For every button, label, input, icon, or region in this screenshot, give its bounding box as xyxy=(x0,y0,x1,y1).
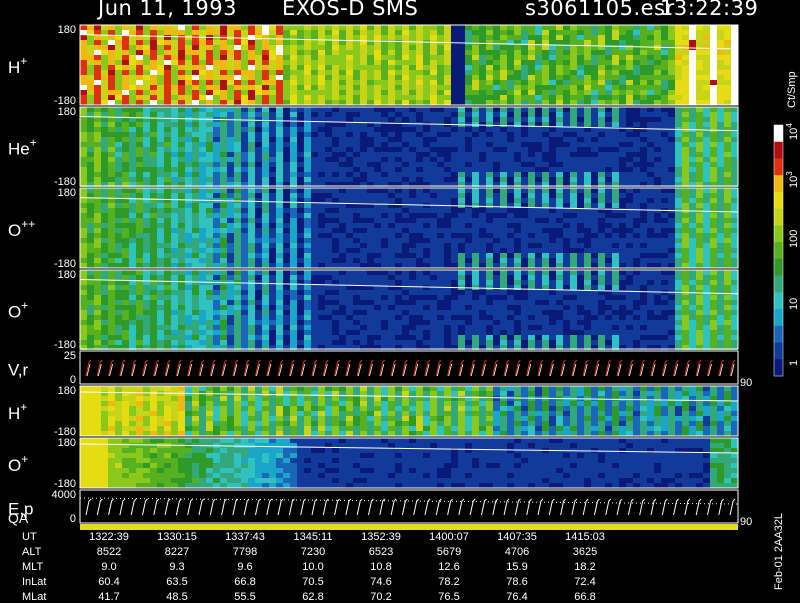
ephem-cell: 18.2 xyxy=(560,561,610,573)
header-mission: EXOS-D SMS xyxy=(282,0,418,20)
ephem-cell: 15.9 xyxy=(492,561,542,573)
ephem-cell: 4706 xyxy=(492,546,542,558)
header-date: Jun 11, 1993 xyxy=(98,0,237,20)
header-time: 13:22:39 xyxy=(660,0,758,20)
panel-label-2: He+ xyxy=(8,136,37,159)
ephem-row-label: MLat xyxy=(22,591,46,603)
panel-5: 25090V,r xyxy=(8,350,752,389)
ephem-cell: 10.0 xyxy=(288,561,338,573)
ephem-row-label: InLat xyxy=(22,576,46,588)
ephem-row-label: MLT xyxy=(22,561,43,573)
ephem-cell: 9.0 xyxy=(84,561,134,573)
header-file: s3061105.esr xyxy=(525,0,675,20)
right-tick-8: 90 xyxy=(740,516,752,528)
ephem-cell: 72.4 xyxy=(560,576,610,588)
ephem-cell: 7798 xyxy=(220,546,270,558)
ephem-cell: 78.2 xyxy=(424,576,474,588)
ephem-cell: 8227 xyxy=(152,546,202,558)
panel-label-5: V,r xyxy=(8,361,29,380)
ephem-cell: 7230 xyxy=(288,546,338,558)
ephem-cell: 1322:39 xyxy=(84,531,134,543)
ephem-row-label: UT xyxy=(22,531,37,543)
ephem-cell: 3625 xyxy=(560,546,610,558)
ytick-bottom-8: 0 xyxy=(70,513,76,525)
ytick-top-5: 25 xyxy=(64,350,76,362)
ephem-cell: 70.2 xyxy=(356,591,406,603)
colorbar-unit: Ct/Smp xyxy=(786,71,798,108)
ephem-cell: 1400:07 xyxy=(424,531,474,543)
panel-label-6: H+ xyxy=(8,400,27,423)
panel-label-3: O++ xyxy=(8,217,35,240)
ephem-cell: 1352:39 xyxy=(356,531,406,543)
ephem-cell: 55.5 xyxy=(220,591,270,603)
ephem-row-label: ALT xyxy=(22,546,41,558)
ytick-top-6: 180 xyxy=(58,385,76,397)
panel-7: 180-180O+ xyxy=(8,437,738,490)
ephem-cell: 76.5 xyxy=(424,591,474,603)
colorbar: Ct/Smp 1 10 100 103 104 xyxy=(774,71,800,376)
panel-1: 180-180H+ xyxy=(8,24,738,107)
panel-6: 180-180H+ xyxy=(8,385,738,438)
colorbar-tick: 10 xyxy=(788,298,800,310)
panel-2: 180-180He+ xyxy=(8,106,738,188)
ephem-cell: 8522 xyxy=(84,546,134,558)
ephem-cell: 74.6 xyxy=(356,576,406,588)
panel-label-7: O+ xyxy=(8,452,28,475)
ephem-cell: 62.8 xyxy=(288,591,338,603)
ephem-cell: 9.6 xyxy=(220,561,270,573)
ephem-cell: 9.3 xyxy=(152,561,202,573)
ephem-cell: 1345:11 xyxy=(288,531,338,543)
ephem-cell: 1337:43 xyxy=(220,531,270,543)
ephem-cell: 12.6 xyxy=(424,561,474,573)
panel-label-1: H+ xyxy=(8,54,27,77)
panel-3: 180-180O++ xyxy=(8,187,738,270)
ephem-cell: 60.4 xyxy=(84,576,134,588)
ytick-top-8: 4000 xyxy=(52,489,76,501)
ephem-cell: 1330:15 xyxy=(152,531,202,543)
ephem-cell: 10.8 xyxy=(356,561,406,573)
ephem-cell: 5679 xyxy=(424,546,474,558)
panel-4: 180-180O+ xyxy=(8,269,738,351)
ytick-top-7: 180 xyxy=(58,437,76,449)
ephem-cell: 78.6 xyxy=(492,576,542,588)
ephem-cell: 70.5 xyxy=(288,576,338,588)
panel-8: 4000090E,p xyxy=(8,489,752,530)
ephem-cell: 66.8 xyxy=(220,576,270,588)
ytick-top-4: 180 xyxy=(58,269,76,281)
ephem-cell: 6523 xyxy=(356,546,406,558)
ytick-top-2: 180 xyxy=(58,106,76,118)
ephem-cell: 48.5 xyxy=(152,591,202,603)
ephem-cell: 1407:35 xyxy=(492,531,542,543)
qa-label: QA xyxy=(8,510,29,526)
spectrogram-plot: 180-180H+180-180He+180-180O++180-180O+25… xyxy=(0,0,800,600)
ephem-cell: 41.7 xyxy=(84,591,134,603)
ytick-top-1: 180 xyxy=(58,24,76,36)
colorbar-tick: 1 xyxy=(788,360,800,366)
ephem-cell: 66.8 xyxy=(560,591,610,603)
ephem-cell: 76.4 xyxy=(492,591,542,603)
ephem-cell: 63.5 xyxy=(152,576,202,588)
version-stamp: Feb-01 2AA32L xyxy=(773,513,785,590)
ytick-top-3: 180 xyxy=(58,187,76,199)
right-tick-5: 90 xyxy=(740,377,752,389)
panel-label-4: O+ xyxy=(8,299,28,322)
ephem-cell: 1415:03 xyxy=(560,531,610,543)
colorbar-tick: 104 xyxy=(785,123,800,140)
colorbar-tick: 100 xyxy=(788,230,800,248)
colorbar-tick: 103 xyxy=(785,171,800,188)
